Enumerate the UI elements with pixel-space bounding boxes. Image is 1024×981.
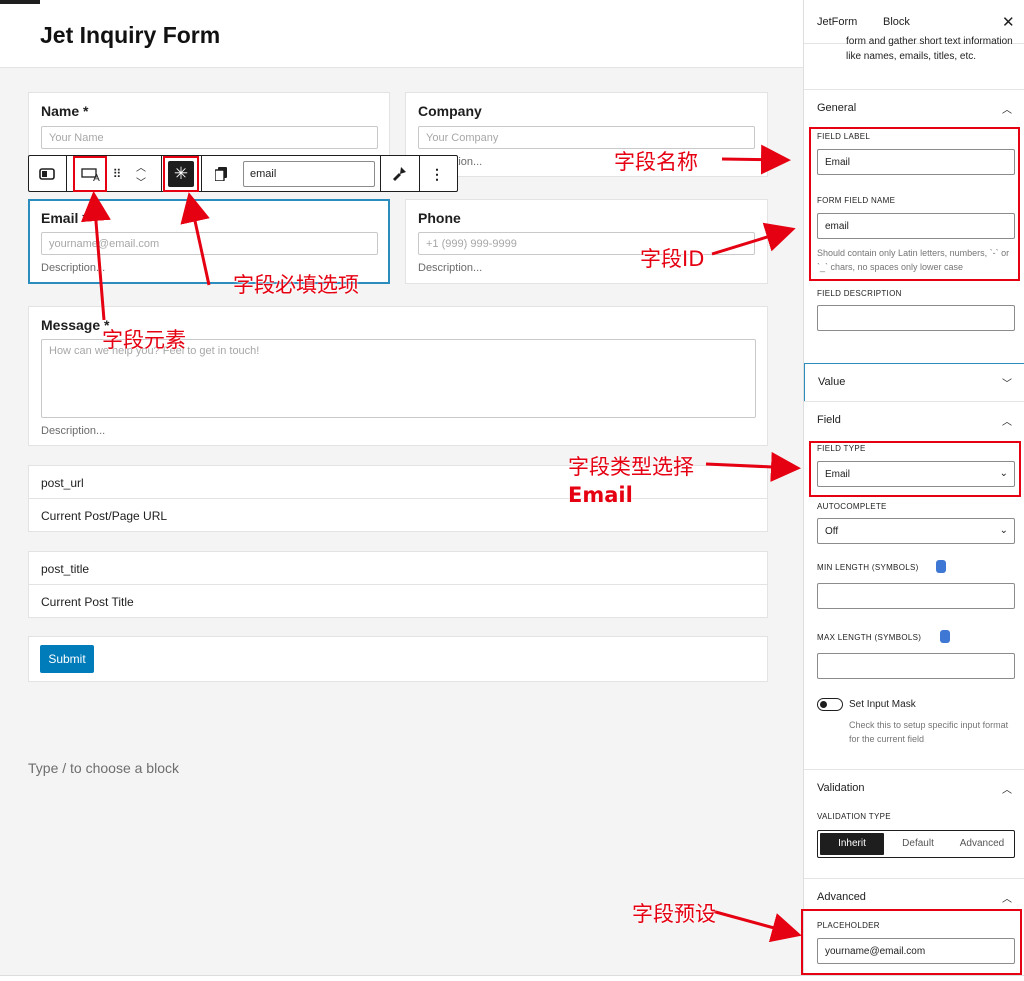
annotation-type-email: Email: [568, 483, 633, 507]
annotation-arrows: [80, 144, 802, 943]
annotation-preset: 字段预设: [632, 902, 716, 926]
arrow-field-id: [711, 222, 796, 256]
annotation-element: 字段元素: [102, 328, 186, 352]
annotation-field-name: 字段名称: [614, 150, 698, 174]
annotation-required: 字段必填选项: [233, 273, 359, 297]
arrow-field-name: [721, 144, 791, 175]
arrow-element: [80, 191, 111, 321]
arrow-placeholder: [711, 909, 802, 943]
arrow-field-type: [705, 451, 801, 482]
annotation-type-select: 字段类型选择: [568, 455, 694, 479]
annotation-field-id: 字段ID: [640, 247, 705, 271]
arrow-required: [180, 192, 211, 286]
